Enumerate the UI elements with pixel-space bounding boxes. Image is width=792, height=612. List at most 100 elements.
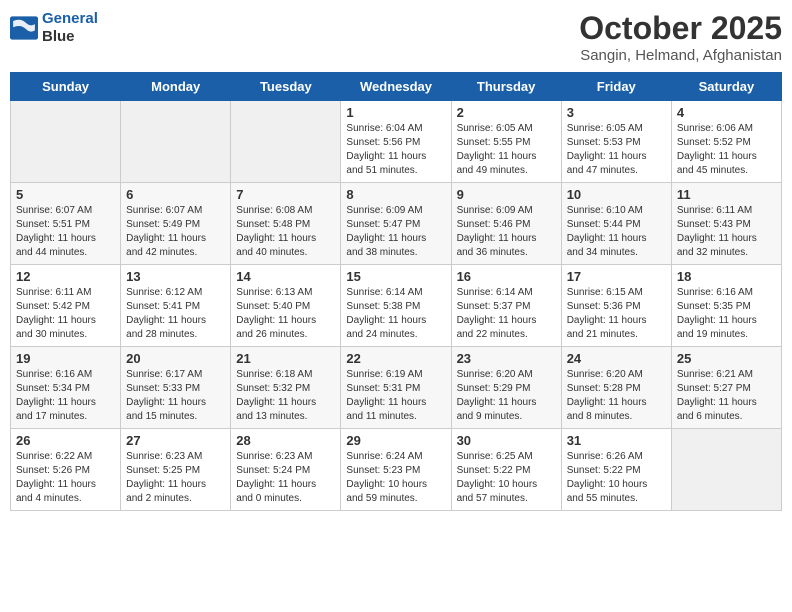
day-info: Sunrise: 6:06 AM Sunset: 5:52 PM Dayligh… <box>677 122 776 178</box>
day-info: Sunrise: 6:20 AM Sunset: 5:28 PM Dayligh… <box>567 368 666 424</box>
calendar-cell: 15 Sunrise: 6:14 AM Sunset: 5:38 PM Dayli… <box>341 265 451 347</box>
day-number: 2 <box>457 105 556 120</box>
weekday-header-friday: Friday <box>561 73 671 101</box>
calendar-cell: 29Sunrise: 6:24 AM Sunset: 5:23 PM Dayli… <box>341 429 451 511</box>
day-number: 14 <box>236 269 335 284</box>
weekday-header-saturday: Saturday <box>671 73 781 101</box>
calendar-cell: 24Sunrise: 6:20 AM Sunset: 5:28 PM Dayli… <box>561 347 671 429</box>
calendar-cell: 1Sunrise: 6:04 AM Sunset: 5:56 PM Daylig… <box>341 101 451 183</box>
calendar-cell: 10 Sunrise: 6:10 AM Sunset: 5:44 PM Dayli… <box>561 183 671 265</box>
day-number: 26 <box>16 433 115 448</box>
day-number: 3 <box>567 105 666 120</box>
day-number: 18 <box>677 269 776 284</box>
calendar-cell: 7 Sunrise: 6:08 AM Sunset: 5:48 PM Daylig… <box>231 183 341 265</box>
calendar-cell: 6 Sunrise: 6:07 AM Sunset: 5:49 PM Daylig… <box>121 183 231 265</box>
calendar-cell: 19 Sunrise: 6:16 AM Sunset: 5:34 PM Dayli… <box>11 347 121 429</box>
weekday-header-wednesday: Wednesday <box>341 73 451 101</box>
day-number: 20 <box>126 351 225 366</box>
day-info: Sunrise: 6:12 AM Sunset: 5:41 PM Dayligh… <box>126 286 225 342</box>
page-subtitle: Sangin, Helmand, Afghanistan <box>579 47 782 64</box>
calendar-table: SundayMondayTuesdayWednesdayThursdayFrid… <box>10 72 782 511</box>
day-number: 27 <box>126 433 225 448</box>
page-title: October 2025 <box>579 10 782 47</box>
day-number: 6 <box>126 187 225 202</box>
calendar-cell <box>121 101 231 183</box>
day-number: 16 <box>457 269 556 284</box>
day-number: 4 <box>677 105 776 120</box>
day-number: 31 <box>567 433 666 448</box>
logo: General Blue <box>10 10 98 46</box>
day-number: 19 <box>16 351 115 366</box>
calendar-cell: 9 Sunrise: 6:09 AM Sunset: 5:46 PM Daylig… <box>451 183 561 265</box>
calendar-cell <box>11 101 121 183</box>
weekday-header-monday: Monday <box>121 73 231 101</box>
day-number: 13 <box>126 269 225 284</box>
calendar-week-1: 1Sunrise: 6:04 AM Sunset: 5:56 PM Daylig… <box>11 101 782 183</box>
weekday-header-sunday: Sunday <box>11 73 121 101</box>
day-info: Sunrise: 6:07 AM Sunset: 5:49 PM Dayligh… <box>126 204 225 260</box>
day-number: 8 <box>346 187 445 202</box>
day-info: Sunrise: 6:14 AM Sunset: 5:38 PM Dayligh… <box>346 286 445 342</box>
calendar-cell <box>231 101 341 183</box>
day-info: Sunrise: 6:23 AM Sunset: 5:25 PM Dayligh… <box>126 450 225 506</box>
day-number: 1 <box>346 105 445 120</box>
day-number: 9 <box>457 187 556 202</box>
weekday-header-row: SundayMondayTuesdayWednesdayThursdayFrid… <box>11 73 782 101</box>
calendar-cell: 13 Sunrise: 6:12 AM Sunset: 5:41 PM Dayli… <box>121 265 231 347</box>
calendar-week-5: 26Sunrise: 6:22 AM Sunset: 5:26 PM Dayli… <box>11 429 782 511</box>
calendar-cell: 17 Sunrise: 6:15 AM Sunset: 5:36 PM Dayli… <box>561 265 671 347</box>
calendar-cell: 22 Sunrise: 6:19 AM Sunset: 5:31 PM Dayli… <box>341 347 451 429</box>
day-info: Sunrise: 6:26 AM Sunset: 5:22 PM Dayligh… <box>567 450 666 506</box>
logo-text: General Blue <box>42 10 98 46</box>
day-number: 23 <box>457 351 556 366</box>
day-number: 5 <box>16 187 115 202</box>
calendar-cell <box>671 429 781 511</box>
day-info: Sunrise: 6:09 AM Sunset: 5:47 PM Dayligh… <box>346 204 445 260</box>
day-info: Sunrise: 6:16 AM Sunset: 5:35 PM Dayligh… <box>677 286 776 342</box>
day-info: Sunrise: 6:10 AM Sunset: 5:44 PM Dayligh… <box>567 204 666 260</box>
calendar-cell: 5 Sunrise: 6:07 AM Sunset: 5:51 PM Daylig… <box>11 183 121 265</box>
day-number: 28 <box>236 433 335 448</box>
day-number: 11 <box>677 187 776 202</box>
calendar-cell: 3 Sunrise: 6:05 AM Sunset: 5:53 PM Daylig… <box>561 101 671 183</box>
day-info: Sunrise: 6:08 AM Sunset: 5:48 PM Dayligh… <box>236 204 335 260</box>
calendar-cell: 18 Sunrise: 6:16 AM Sunset: 5:35 PM Dayli… <box>671 265 781 347</box>
day-info: Sunrise: 6:13 AM Sunset: 5:40 PM Dayligh… <box>236 286 335 342</box>
calendar-cell: 8 Sunrise: 6:09 AM Sunset: 5:47 PM Daylig… <box>341 183 451 265</box>
day-info: Sunrise: 6:24 AM Sunset: 5:23 PM Dayligh… <box>346 450 445 506</box>
calendar-cell: 27 Sunrise: 6:23 AM Sunset: 5:25 PM Dayli… <box>121 429 231 511</box>
calendar-cell: 31 Sunrise: 6:26 AM Sunset: 5:22 PM Dayli… <box>561 429 671 511</box>
calendar-cell: 12 Sunrise: 6:11 AM Sunset: 5:42 PM Dayli… <box>11 265 121 347</box>
day-number: 12 <box>16 269 115 284</box>
calendar-cell: 30Sunrise: 6:25 AM Sunset: 5:22 PM Dayli… <box>451 429 561 511</box>
day-number: 10 <box>567 187 666 202</box>
calendar-cell: 21Sunrise: 6:18 AM Sunset: 5:32 PM Dayli… <box>231 347 341 429</box>
day-info: Sunrise: 6:20 AM Sunset: 5:29 PM Dayligh… <box>457 368 556 424</box>
day-number: 22 <box>346 351 445 366</box>
weekday-header-thursday: Thursday <box>451 73 561 101</box>
day-info: Sunrise: 6:05 AM Sunset: 5:53 PM Dayligh… <box>567 122 666 178</box>
day-info: Sunrise: 6:21 AM Sunset: 5:27 PM Dayligh… <box>677 368 776 424</box>
day-info: Sunrise: 6:07 AM Sunset: 5:51 PM Dayligh… <box>16 204 115 260</box>
day-info: Sunrise: 6:23 AM Sunset: 5:24 PM Dayligh… <box>236 450 335 506</box>
calendar-cell: 26Sunrise: 6:22 AM Sunset: 5:26 PM Dayli… <box>11 429 121 511</box>
day-info: Sunrise: 6:09 AM Sunset: 5:46 PM Dayligh… <box>457 204 556 260</box>
day-info: Sunrise: 6:14 AM Sunset: 5:37 PM Dayligh… <box>457 286 556 342</box>
day-number: 25 <box>677 351 776 366</box>
calendar-cell: 23 Sunrise: 6:20 AM Sunset: 5:29 PM Dayli… <box>451 347 561 429</box>
day-info: Sunrise: 6:15 AM Sunset: 5:36 PM Dayligh… <box>567 286 666 342</box>
page-header: General Blue October 2025 Sangin, Helman… <box>10 10 782 64</box>
day-info: Sunrise: 6:25 AM Sunset: 5:22 PM Dayligh… <box>457 450 556 506</box>
day-number: 15 <box>346 269 445 284</box>
calendar-cell: 4 Sunrise: 6:06 AM Sunset: 5:52 PM Daylig… <box>671 101 781 183</box>
day-number: 17 <box>567 269 666 284</box>
weekday-header-tuesday: Tuesday <box>231 73 341 101</box>
day-info: Sunrise: 6:16 AM Sunset: 5:34 PM Dayligh… <box>16 368 115 424</box>
calendar-cell: 25 Sunrise: 6:21 AM Sunset: 5:27 PM Dayli… <box>671 347 781 429</box>
day-info: Sunrise: 6:11 AM Sunset: 5:42 PM Dayligh… <box>16 286 115 342</box>
calendar-cell: 11Sunrise: 6:11 AM Sunset: 5:43 PM Dayli… <box>671 183 781 265</box>
day-info: Sunrise: 6:19 AM Sunset: 5:31 PM Dayligh… <box>346 368 445 424</box>
day-number: 7 <box>236 187 335 202</box>
calendar-cell: 28 Sunrise: 6:23 AM Sunset: 5:24 PM Dayli… <box>231 429 341 511</box>
day-info: Sunrise: 6:17 AM Sunset: 5:33 PM Dayligh… <box>126 368 225 424</box>
